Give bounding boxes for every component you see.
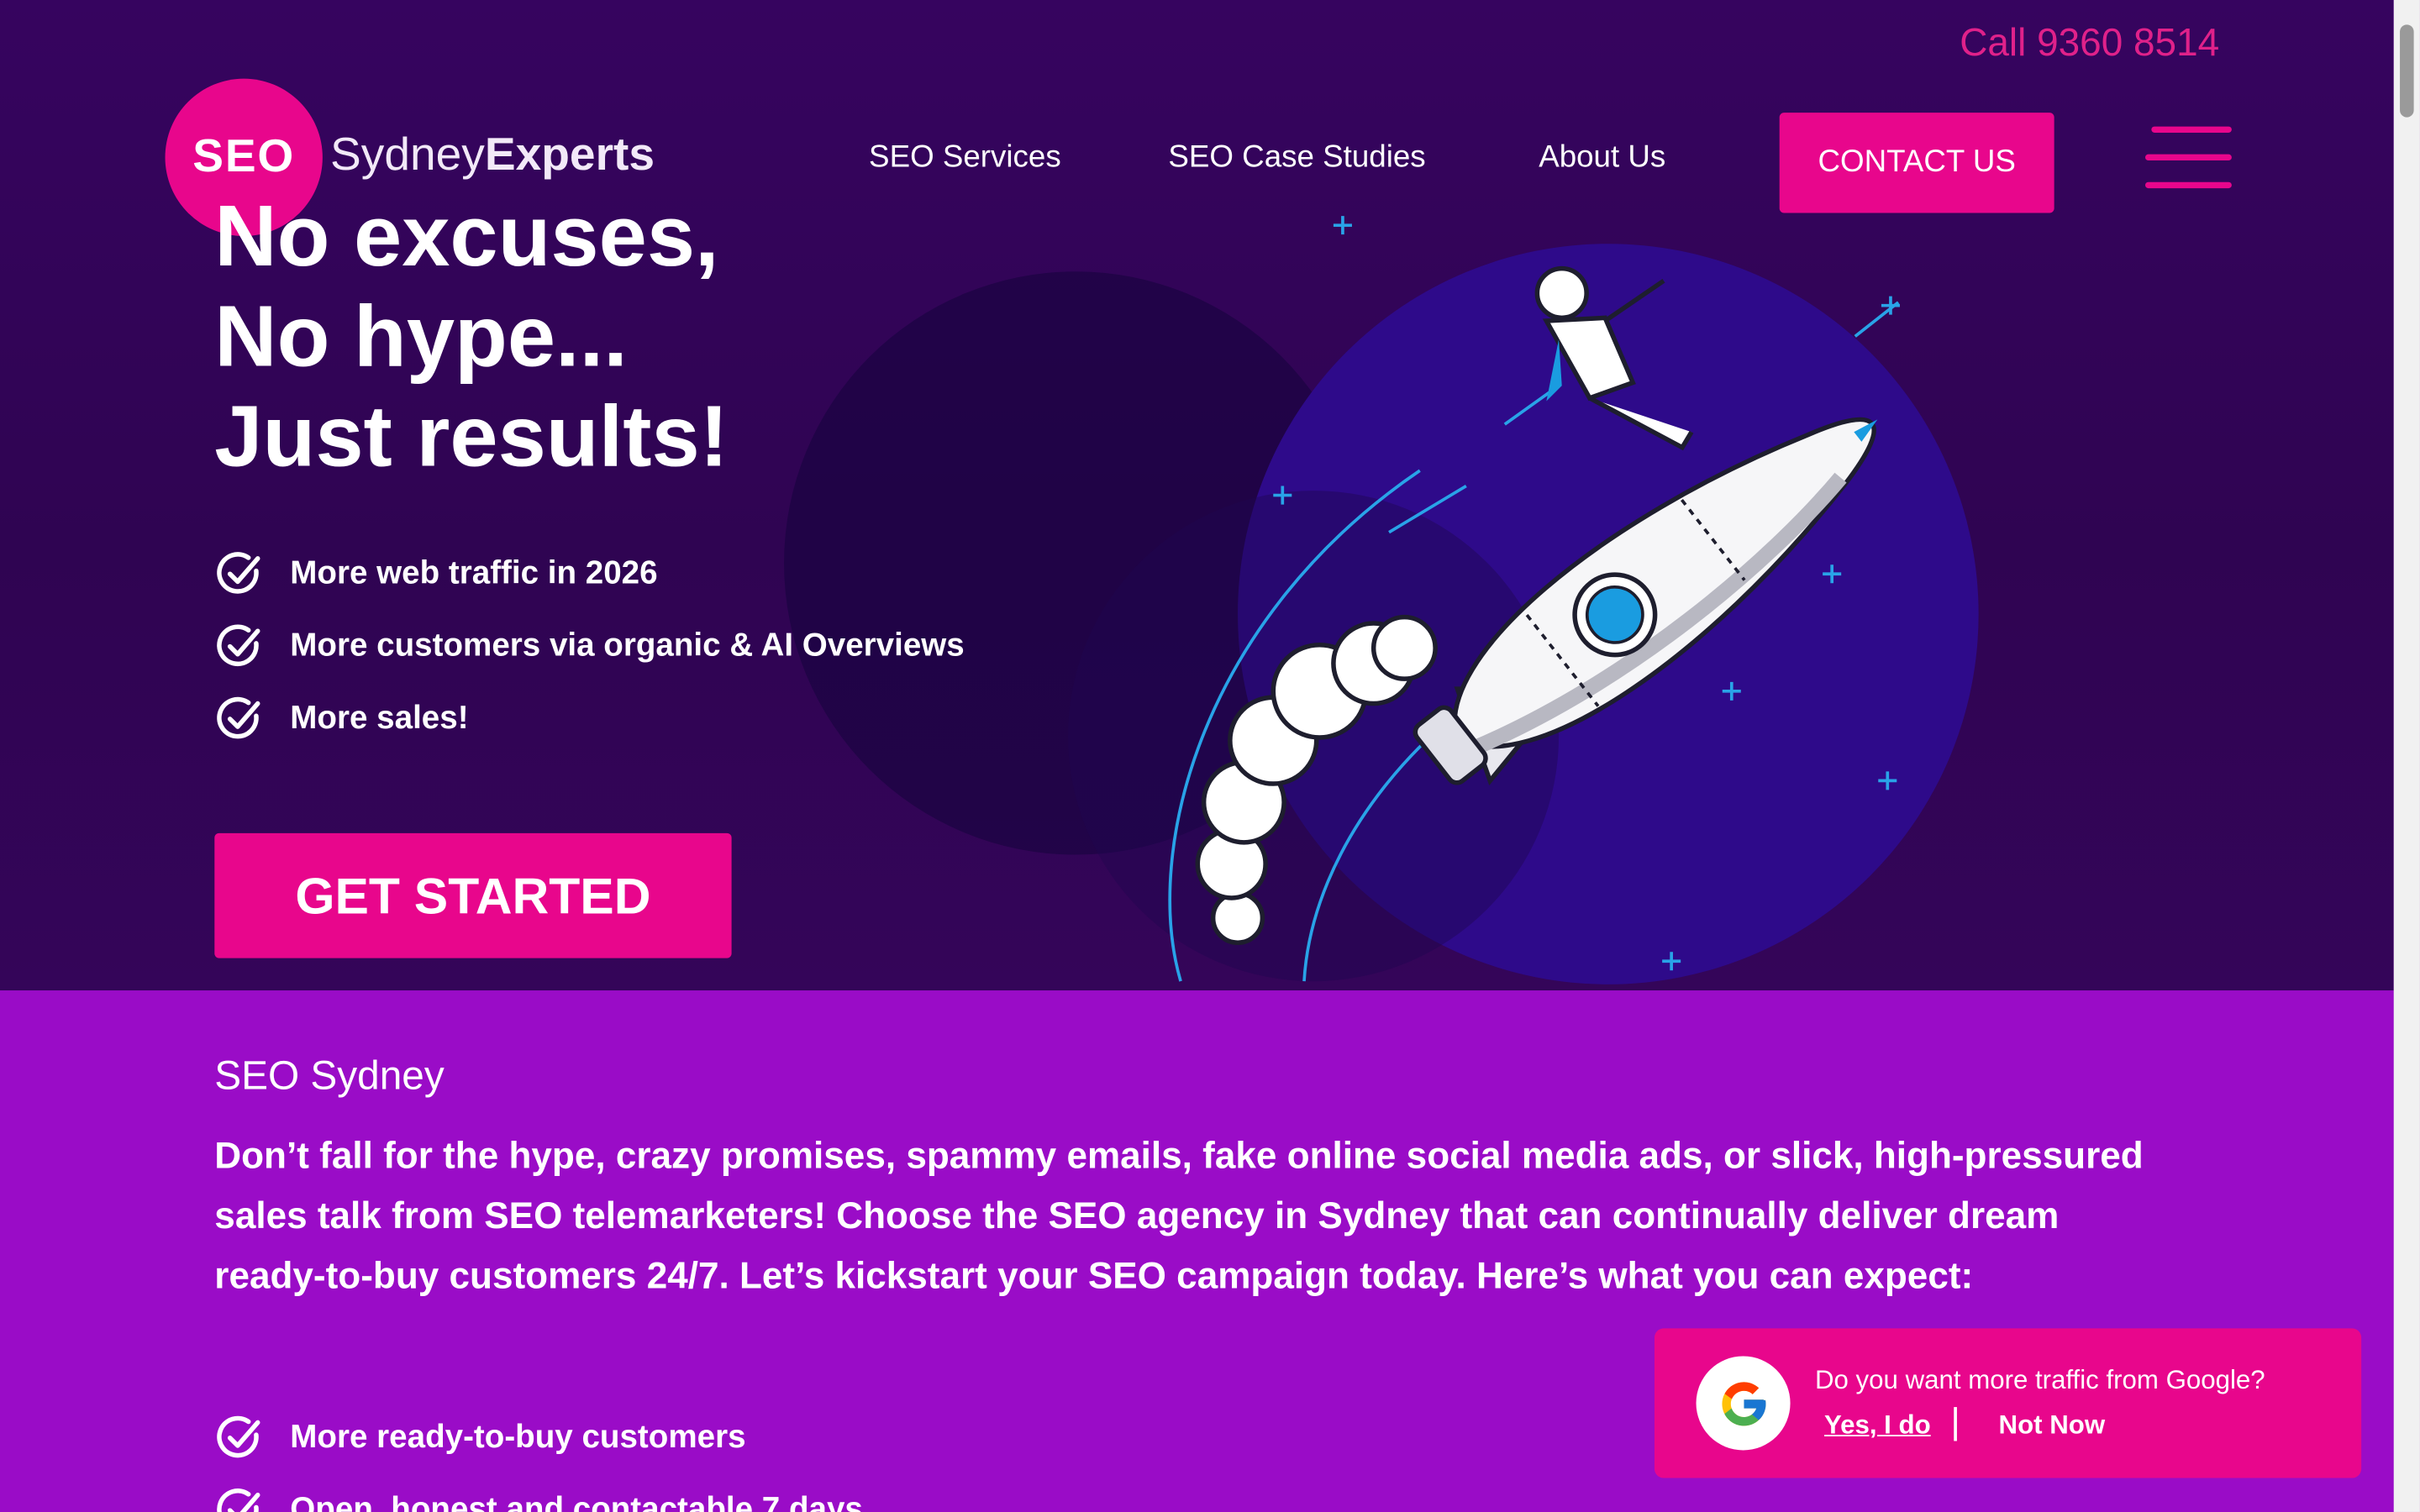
checkmark-circle-icon bbox=[217, 1488, 260, 1512]
scrollbar[interactable] bbox=[2393, 0, 2420, 1512]
hero-benefits-list: More web traffic in 2026 More customers … bbox=[214, 537, 965, 754]
benefit-label: More sales! bbox=[290, 699, 469, 736]
section-title: SEO Sydney bbox=[214, 1052, 445, 1099]
hero-headline: No excuses, No hype... Just results! bbox=[214, 185, 729, 486]
get-started-button[interactable]: GET STARTED bbox=[214, 832, 732, 958]
headline-line: No hype... bbox=[214, 286, 628, 385]
expectations-list: More ready-to-buy customers Open, honest… bbox=[214, 1401, 863, 1512]
scrollbar-thumb[interactable] bbox=[2400, 24, 2414, 118]
logo-word-experts: Experts bbox=[484, 129, 655, 181]
nav-about-us[interactable]: About Us bbox=[1539, 140, 1665, 176]
popup-question: Do you want more traffic from Google? bbox=[1814, 1365, 2265, 1395]
benefit-label: More web traffic in 2026 bbox=[290, 554, 658, 591]
checkmark-circle-icon bbox=[217, 1415, 260, 1457]
list-item: Open, honest and contactable 7 days bbox=[214, 1473, 863, 1512]
list-item: More sales! bbox=[214, 682, 964, 754]
google-traffic-popup: Do you want more traffic from Google? Ye… bbox=[1654, 1328, 2362, 1478]
section-body: Don’t fall for the hype, crazy promises,… bbox=[214, 1135, 2144, 1298]
rocket-illustration bbox=[1168, 216, 1900, 982]
contact-us-button[interactable]: CONTACT US bbox=[1779, 113, 2054, 213]
logo-wordmark: SydneyExperts bbox=[330, 129, 655, 181]
google-logo bbox=[1721, 1381, 1765, 1425]
hero-section: Call 9360 8514 SEO SydneyExperts SEO Ser… bbox=[0, 0, 2394, 991]
list-item: More web traffic in 2026 bbox=[214, 537, 964, 609]
checkmark-circle-icon bbox=[217, 551, 260, 593]
checkmark-circle-icon bbox=[217, 623, 260, 666]
expectation-label: More ready-to-buy customers bbox=[290, 1418, 746, 1455]
list-item: More ready-to-buy customers bbox=[214, 1401, 863, 1473]
nav-seo-case-studies[interactable]: SEO Case Studies bbox=[1168, 140, 1425, 176]
nav-seo-services[interactable]: SEO Services bbox=[869, 140, 1061, 176]
logo-word-sydney: Sydney bbox=[330, 129, 485, 181]
menu-icon[interactable] bbox=[2145, 126, 2232, 189]
phone-link[interactable]: Call 9360 8514 bbox=[1960, 22, 2219, 66]
popup-not-now-button[interactable]: Not Now bbox=[1999, 1410, 2106, 1441]
checkmark-circle-icon bbox=[217, 696, 260, 738]
headline-line: Just results! bbox=[214, 387, 729, 485]
expectation-label: Open, honest and contactable 7 days bbox=[290, 1491, 863, 1512]
popup-yes-button[interactable]: Yes, I do bbox=[1824, 1410, 1931, 1441]
headline-line: No excuses, bbox=[214, 186, 719, 284]
benefit-label: More customers via organic & AI Overview… bbox=[290, 627, 965, 663]
list-item: More customers via organic & AI Overview… bbox=[214, 609, 965, 681]
google-icon bbox=[1696, 1356, 1791, 1451]
divider bbox=[1954, 1407, 1957, 1441]
